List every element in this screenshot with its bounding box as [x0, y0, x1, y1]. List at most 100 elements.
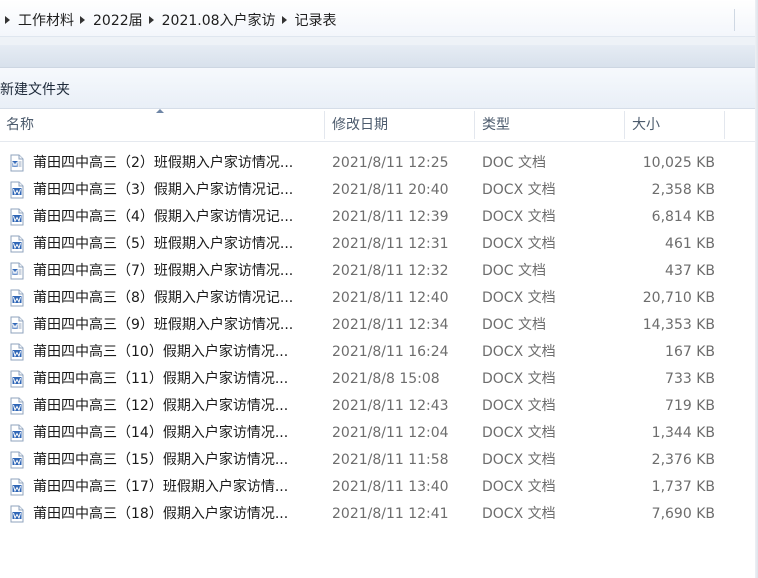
file-name: 莆田四中高三（10）假期入户家访情况... — [33, 344, 289, 360]
breadcrumb-item[interactable]: 记录表 — [295, 10, 337, 30]
word-docx-icon — [10, 451, 24, 469]
file-size: 2,376 KB — [651, 452, 715, 468]
file-type: DOC 文档 — [482, 317, 547, 333]
file-type: DOC 文档 — [482, 155, 547, 171]
address-bar[interactable]: 工作材料 2022届 2021.08入户家访 记录表 — [0, 0, 758, 37]
column-header-type[interactable]: 类型 — [482, 109, 510, 141]
file-size: 167 KB — [665, 344, 715, 360]
file-date-modified: 2021/8/11 12:04 — [332, 425, 449, 441]
file-size: 7,690 KB — [651, 506, 715, 522]
file-name: 莆田四中高三（9）班假期入户家访情况... — [33, 317, 294, 333]
file-type: DOCX 文档 — [482, 371, 556, 387]
file-name: 莆田四中高三（15）假期入户家访情况... — [33, 452, 289, 468]
file-date-modified: 2021/8/11 12:39 — [332, 209, 449, 225]
word-docx-icon — [10, 370, 24, 388]
file-row[interactable]: 莆田四中高三（9）班假期入户家访情况... 2021/8/11 12:34 DOC … — [0, 312, 758, 339]
word-docx-icon — [10, 424, 24, 442]
column-divider[interactable] — [624, 111, 625, 139]
column-divider[interactable] — [474, 111, 475, 139]
file-date-modified: 2021/8/11 12:40 — [332, 290, 449, 306]
file-row[interactable]: 莆田四中高三（2）班假期入户家访情况... 2021/8/11 12:25 DOC … — [0, 150, 758, 177]
file-row[interactable]: 莆田四中高三（18）假期入户家访情况... 2021/8/11 12:41 DOCX… — [0, 501, 758, 528]
file-size: 10,025 KB — [642, 155, 715, 171]
file-row[interactable]: 莆田四中高三（15）假期入户家访情况... 2021/8/11 11:58 DOCX… — [0, 447, 758, 474]
word-doc-icon — [10, 316, 24, 334]
file-type: DOCX 文档 — [482, 182, 556, 198]
address-bar-divider — [734, 9, 735, 31]
file-size: 733 KB — [665, 371, 715, 387]
column-divider[interactable] — [324, 111, 325, 139]
file-type: DOC 文档 — [482, 263, 547, 279]
file-type: DOCX 文档 — [482, 452, 556, 468]
file-size: 437 KB — [665, 263, 715, 279]
file-row[interactable]: 莆田四中高三（11）假期入户家访情况... 2021/8/8 15:08 DOCX … — [0, 366, 758, 393]
column-header-date[interactable]: 修改日期 — [332, 109, 388, 141]
file-row[interactable]: 莆田四中高三（12）假期入户家访情况... 2021/8/11 12:43 DOCX… — [0, 393, 758, 420]
file-row[interactable]: 莆田四中高三（14）假期入户家访情况... 2021/8/11 12:04 DOCX… — [0, 420, 758, 447]
word-doc-icon — [10, 154, 24, 172]
file-date-modified: 2021/8/11 13:40 — [332, 479, 449, 495]
file-row[interactable]: 莆田四中高三（5）班假期入户家访情况... 2021/8/11 12:31 DOCX… — [0, 231, 758, 258]
breadcrumb-item[interactable]: 2022届 — [93, 10, 143, 30]
word-docx-icon — [10, 397, 24, 415]
file-row[interactable]: 莆田四中高三（10）假期入户家访情况... 2021/8/11 16:24 DOCX… — [0, 339, 758, 366]
file-name: 莆田四中高三（14）假期入户家访情况... — [33, 425, 289, 441]
file-size: 1,344 KB — [651, 425, 715, 441]
file-name: 莆田四中高三（18）假期入户家访情况... — [33, 506, 289, 522]
file-type: DOCX 文档 — [482, 479, 556, 495]
menu-band — [0, 37, 758, 45]
new-folder-button[interactable]: 新建文件夹 — [0, 79, 70, 99]
column-header-size[interactable]: 大小 — [632, 109, 660, 141]
column-header-name[interactable]: 名称 — [6, 109, 34, 141]
file-name: 莆田四中高三（4）假期入户家访情况记... — [33, 209, 294, 225]
file-name: 莆田四中高三（8）假期入户家访情况记... — [33, 290, 294, 306]
word-docx-icon — [10, 343, 24, 361]
file-size: 461 KB — [665, 236, 715, 252]
file-name: 莆田四中高三（5）班假期入户家访情况... — [33, 236, 294, 252]
column-header-row: 名称 修改日期 类型 大小 — [0, 109, 758, 142]
file-type: DOCX 文档 — [482, 344, 556, 360]
file-type: DOCX 文档 — [482, 425, 556, 441]
file-date-modified: 2021/8/11 11:58 — [332, 452, 449, 468]
file-name: 莆田四中高三（11）假期入户家访情况... — [33, 371, 289, 387]
file-name: 莆田四中高三（17）班假期入户家访情... — [33, 479, 289, 495]
column-divider[interactable] — [724, 111, 725, 139]
file-date-modified: 2021/8/11 16:24 — [332, 344, 449, 360]
file-size: 14,353 KB — [642, 317, 715, 333]
breadcrumb-item[interactable]: 工作材料 — [18, 10, 74, 30]
file-date-modified: 2021/8/11 20:40 — [332, 182, 449, 198]
file-list: 莆田四中高三（2）班假期入户家访情况... 2021/8/11 12:25 DOC … — [0, 150, 758, 528]
file-name: 莆田四中高三（3）假期入户家访情况记... — [33, 182, 294, 198]
word-docx-icon — [10, 235, 24, 253]
word-docx-icon — [10, 181, 24, 199]
file-size: 2,358 KB — [651, 182, 715, 198]
file-size: 719 KB — [665, 398, 715, 414]
file-date-modified: 2021/8/8 15:08 — [332, 371, 440, 387]
chevron-right-icon[interactable] — [281, 16, 287, 24]
file-row[interactable]: 莆田四中高三（7）班假期入户家访情况... 2021/8/11 12:32 DOC … — [0, 258, 758, 285]
file-row[interactable]: 莆田四中高三（8）假期入户家访情况记... 2021/8/11 12:40 DOCX… — [0, 285, 758, 312]
word-docx-icon — [10, 208, 24, 226]
chevron-right-icon[interactable] — [80, 16, 85, 24]
file-size: 1,737 KB — [651, 479, 715, 495]
file-type: DOCX 文档 — [482, 209, 556, 225]
file-row[interactable]: 莆田四中高三（17）班假期入户家访情... 2021/8/11 13:40 DOCX… — [0, 474, 758, 501]
file-row[interactable]: 莆田四中高三（4）假期入户家访情况记... 2021/8/11 12:39 DOCX… — [0, 204, 758, 231]
word-docx-icon — [10, 505, 24, 523]
file-date-modified: 2021/8/11 12:31 — [332, 236, 449, 252]
breadcrumb-item[interactable]: 2021.08入户家访 — [162, 10, 276, 30]
chevron-right-icon[interactable] — [148, 16, 154, 24]
file-date-modified: 2021/8/11 12:32 — [332, 263, 449, 279]
file-type: DOCX 文档 — [482, 398, 556, 414]
file-date-modified: 2021/8/11 12:34 — [332, 317, 449, 333]
chevron-right-icon[interactable] — [5, 16, 10, 24]
file-name: 莆田四中高三（12）假期入户家访情况... — [33, 398, 289, 414]
menu-band — [0, 45, 758, 68]
word-docx-icon — [10, 289, 24, 307]
file-type: DOCX 文档 — [482, 506, 556, 522]
file-size: 20,710 KB — [642, 290, 715, 306]
file-type: DOCX 文档 — [482, 290, 556, 306]
command-bar: 新建文件夹 — [0, 68, 758, 109]
file-row[interactable]: 莆田四中高三（3）假期入户家访情况记... 2021/8/11 20:40 DOCX… — [0, 177, 758, 204]
file-name: 莆田四中高三（2）班假期入户家访情况... — [33, 155, 294, 171]
